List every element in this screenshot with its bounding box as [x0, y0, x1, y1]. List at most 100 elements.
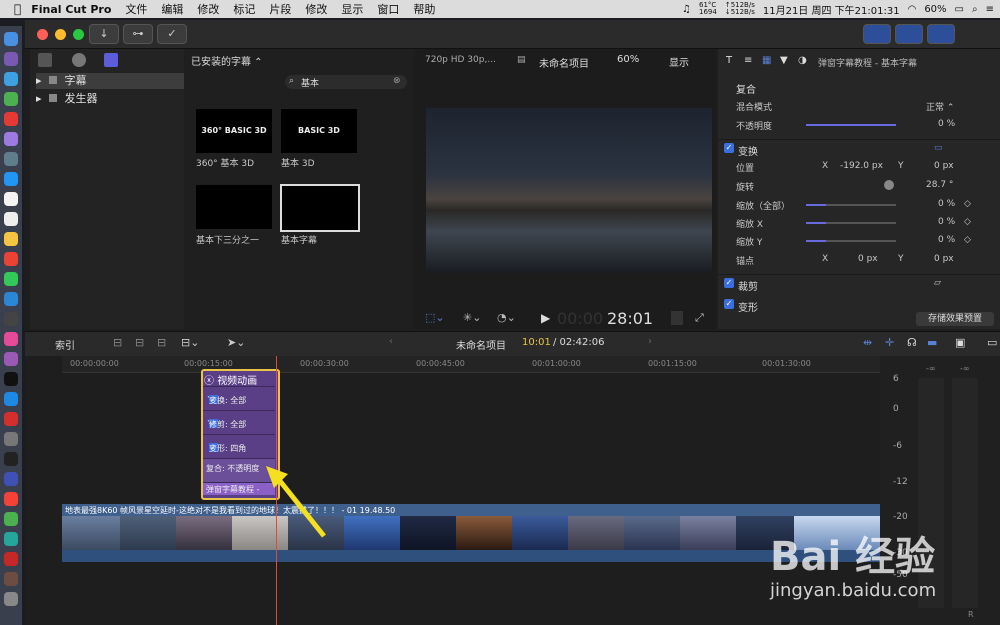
solo-icon[interactable]: ☊ [907, 336, 917, 349]
menu-edit[interactable]: 编辑 [161, 1, 183, 17]
menu-clip[interactable]: 片段 [269, 1, 291, 17]
play-button[interactable]: ▶ [541, 311, 550, 325]
notes-icon[interactable] [4, 212, 18, 226]
opacity-value[interactable]: 0 % [938, 119, 955, 129]
anim-row-transform[interactable]: ✓变换: 全部 ⌄ [203, 386, 275, 411]
photos-audio-icon[interactable] [38, 53, 52, 67]
anim-row-trim[interactable]: ✓修剪: 全部 ⌄ [203, 410, 275, 435]
chrome-icon[interactable] [4, 112, 18, 126]
close-window-button[interactable] [37, 29, 48, 40]
menu-window[interactable]: 窗口 [377, 1, 399, 17]
facetime-icon[interactable] [4, 272, 18, 286]
timeline[interactable] [25, 356, 880, 625]
clear-search-icon[interactable]: ⊗ [393, 76, 401, 86]
keyframe-icon[interactable]: ◇ [964, 199, 971, 209]
app-icon-1[interactable] [4, 132, 18, 146]
title-thumb-basic-title[interactable] [280, 184, 360, 232]
menu-view[interactable]: 显示 [341, 1, 363, 17]
video-inspector-icon[interactable]: ▦ [762, 55, 771, 66]
save-preset-button[interactable]: 存储效果预置 [916, 312, 994, 326]
browser-header[interactable]: 已安装的字幕 ⌃ [191, 53, 263, 68]
blend-mode-popup[interactable]: 正常 ⌃ [926, 100, 954, 113]
transform-tool-icon[interactable]: ⬚⌄ [425, 311, 445, 324]
keyframe-icon[interactable]: ◇ [964, 235, 971, 245]
title-thumb-lower-third[interactable] [196, 185, 272, 229]
text-inspector-icon[interactable]: T [726, 55, 732, 66]
audio-waveform[interactable] [62, 550, 880, 562]
scale-x-value[interactable]: 0 % [938, 217, 955, 227]
keywords-button[interactable]: ⊶ [123, 24, 153, 44]
effects-browser-icon[interactable]: ▭ [987, 336, 997, 349]
app-icon-7[interactable] [4, 412, 18, 426]
app-icon-2[interactable] [4, 152, 18, 166]
wifi-icon[interactable]: ◠ [908, 4, 917, 15]
menu-help[interactable]: 帮助 [413, 1, 435, 17]
title-inspector-icon[interactable]: ≡ [744, 55, 752, 66]
crop-onscreen-icon[interactable]: ▱ [934, 278, 941, 288]
inspector-toggle-button[interactable] [927, 24, 955, 44]
scale-x-slider[interactable] [806, 222, 896, 224]
back-icon[interactable]: ‹ [389, 336, 393, 347]
appstore-icon[interactable] [4, 392, 18, 406]
titles-generators-icon[interactable] [104, 53, 118, 67]
audio-skimming-icon[interactable]: ✛ [885, 336, 894, 349]
browser-toggle-button[interactable] [863, 24, 891, 44]
zoom-window-button[interactable] [73, 29, 84, 40]
app-icon-6[interactable] [4, 312, 18, 326]
menu-file[interactable]: 文件 [125, 1, 147, 17]
search-field[interactable]: ⌕ 基本 ⊗ [285, 75, 407, 89]
music-icon[interactable]: ♫ [682, 4, 691, 15]
zoom-menu[interactable]: 60% [617, 54, 639, 65]
title-thumb-360-basic-3d[interactable]: 360° BASIC 3D [196, 109, 272, 153]
podcasts-icon[interactable] [4, 352, 18, 366]
background-tasks-button[interactable]: ✓ [157, 24, 187, 44]
itunes-icon[interactable] [4, 332, 18, 346]
photos-icon[interactable] [4, 252, 18, 266]
scale-all-value[interactable]: 0 % [938, 199, 955, 209]
distort-checkbox[interactable]: ✓ [724, 299, 734, 309]
minimize-window-button[interactable] [55, 29, 66, 40]
menu-app-name[interactable]: Final Cut Pro [31, 3, 111, 16]
app-icon-8[interactable] [4, 472, 18, 486]
transform-checkbox[interactable]: ✓ [724, 143, 734, 153]
rotation-dial-icon[interactable] [884, 180, 894, 190]
insert-clip-icon[interactable]: ⊟ [135, 336, 144, 349]
crop-checkbox[interactable]: ✓ [724, 278, 734, 288]
trash-icon[interactable] [4, 592, 18, 606]
timeline-ruler[interactable]: 00:00:00:00 00:00:15:00 00:00:30:00 00:0… [62, 356, 880, 373]
menu-modify-2[interactable]: 修改 [305, 1, 327, 17]
clip-appearance-icon[interactable]: ▣ [955, 336, 965, 349]
appletv-icon[interactable] [4, 372, 18, 386]
app-icon-12[interactable] [4, 552, 18, 566]
info-inspector-icon[interactable]: ◑ [798, 55, 807, 66]
terminal-icon[interactable] [4, 452, 18, 466]
launchpad-icon[interactable] [4, 52, 18, 66]
app-icon-4[interactable] [4, 232, 18, 246]
fullscreen-icon[interactable]: ⤢ [695, 311, 704, 325]
import-button[interactable]: ↓ [89, 24, 119, 44]
display-menu[interactable]: 显示 [669, 54, 689, 69]
anchor-y-value[interactable]: 0 px [934, 254, 954, 264]
control-center-icon[interactable]: ≡ [986, 4, 994, 15]
messages-icon[interactable] [4, 92, 18, 106]
timecode[interactable]: 28:01 [607, 309, 653, 328]
enhance-icon[interactable]: ✳⌄ [463, 311, 481, 324]
app-icon-11[interactable] [4, 532, 18, 546]
sidebar-item-generators[interactable]: ▸ 发生器 [36, 91, 184, 107]
transform-onscreen-icon[interactable]: ▭ [934, 143, 943, 153]
scale-y-slider[interactable] [806, 240, 896, 242]
clock[interactable]: 11月21日 周四 下午21:01:31 [763, 2, 900, 17]
forward-icon[interactable]: › [648, 336, 652, 347]
battery-level[interactable]: 60% [924, 4, 946, 15]
title-thumb-basic-3d[interactable]: BASIC 3D [281, 109, 357, 153]
sidebar-item-titles[interactable]: ▸ 字幕 [36, 73, 184, 89]
append-clip-icon[interactable]: ⊟ [157, 336, 166, 349]
snapping-icon[interactable]: ▬ [927, 336, 937, 349]
rotation-value[interactable]: 28.7 ° [926, 180, 953, 190]
safari-icon[interactable] [4, 72, 18, 86]
index-button[interactable]: 索引 [55, 337, 75, 352]
connect-clip-icon[interactable]: ⊟ [113, 336, 122, 349]
calendar-icon[interactable] [4, 192, 18, 206]
app-icon-9[interactable] [4, 492, 18, 506]
finder-icon[interactable] [4, 32, 18, 46]
